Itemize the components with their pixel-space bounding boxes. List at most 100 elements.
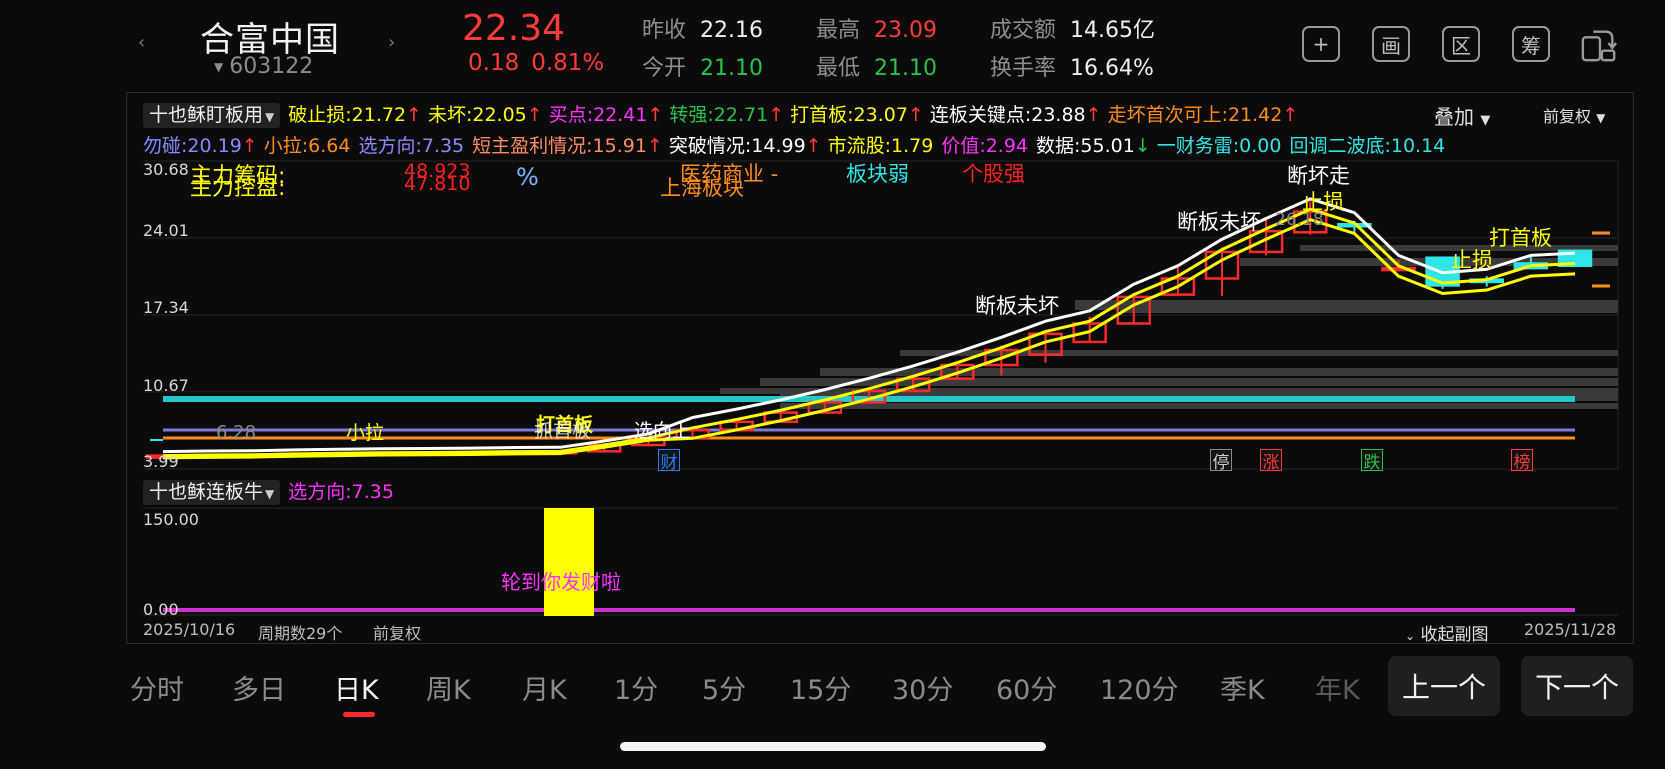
annotation-dashouban: 打首板 (1489, 226, 1552, 250)
adjust-label: 前复权 (1543, 107, 1592, 126)
tab-120min[interactable]: 120分 (1100, 668, 1179, 707)
indicator-name: 十也稣连板牛 (149, 481, 264, 503)
arrow-down-icon: ↓ (1134, 135, 1151, 157)
indicator-item: 打首板:23.07 (790, 104, 908, 126)
chip-bar (780, 403, 1618, 409)
event-tag-limit-down[interactable]: 跌 (1361, 449, 1383, 473)
indicator-item: 勿碰:20.19 (143, 135, 242, 157)
annotation-duanban-1: 断板未坏 (975, 294, 1059, 318)
tab-quarter-k[interactable]: 季K (1220, 668, 1265, 707)
chip-bar (1160, 302, 1618, 308)
collapse-label: 收起副图 (1420, 625, 1489, 645)
indicator-item: 走坏首次可上:21.42 (1107, 104, 1283, 126)
arrow-up-icon: ↑ (805, 135, 822, 157)
y-tick: 3.99 (143, 452, 179, 471)
adjust-info: 前复权 (373, 624, 422, 643)
annotation-main-control: 主力控盘: (190, 176, 286, 201)
arrow-up-icon: ↑ (1085, 104, 1102, 126)
annotation-xuanxiang: 选向上 (634, 420, 692, 442)
annotation-shouban-2: 抓首板 (534, 420, 592, 442)
indicator-item: 回调二波底:10.14 (1289, 135, 1446, 157)
event-tag-halt[interactable]: 停 (1210, 449, 1232, 473)
arrow-up-icon: ↑ (768, 104, 785, 126)
sub-bar-label: 轮到你发财啦 (501, 570, 621, 594)
annotation-stock-strong: 个股强 (962, 162, 1025, 186)
tab-year-k[interactable]: 年K (1315, 668, 1360, 707)
indicator-item: 转强:22.71 (669, 104, 769, 126)
chevron-down-icon: ⌄ (1405, 629, 1416, 643)
home-indicator[interactable] (620, 742, 1046, 751)
caret-down-icon: ▼ (1596, 111, 1606, 125)
arrow-up-icon: ↑ (646, 135, 663, 157)
indicator-item: 价值:2.94 (941, 135, 1029, 157)
annotation-percent: % (516, 163, 539, 191)
indicator-item: 未坏:22.05 (427, 104, 527, 126)
annotation-xiaola: 小拉 (346, 422, 385, 444)
tab-1min[interactable]: 1分 (614, 668, 658, 707)
tab-5min[interactable]: 5分 (702, 668, 746, 707)
arrow-up-icon: ↑ (907, 104, 924, 126)
y-tick: 17.34 (143, 298, 189, 317)
indicator-values: 破止损:21.72↑ 未坏:22.05↑ 买点:22.41↑ 转强:22.71↑ 打首板… (288, 104, 1304, 126)
sub-y-bottom: 0.00 (143, 600, 179, 619)
annotation-low: 6.28 (216, 422, 257, 443)
sub-indicator-selector[interactable]: 十也稣连板牛 ▼ (143, 480, 281, 505)
line-white (162, 197, 1576, 454)
main-indicator-row-2: 勿碰:20.19↑ 小拉:6.64 选方向:7.35 短主盈利情况:15.91↑ 突破情… (143, 131, 1453, 158)
event-tag-dragon-tiger[interactable]: 榜 (1511, 449, 1533, 473)
annotation-zhisun-1: 止损 (1302, 190, 1344, 214)
period-count: 周期数29个 (258, 624, 343, 643)
tab-timeshare[interactable]: 分时 (130, 668, 184, 707)
tab-daily-k[interactable]: 日K (334, 668, 379, 707)
indicator-item: 小拉:6.64 (263, 135, 351, 157)
next-button[interactable]: 下一个 (1521, 656, 1633, 716)
tab-multiday[interactable]: 多日 (232, 668, 286, 707)
active-tab-indicator (343, 712, 375, 717)
end-date: 2025/11/28 (1524, 620, 1617, 639)
adjust-button[interactable]: 前复权 ▼ (1543, 103, 1605, 127)
sub-indicator-value: 7.35 (351, 481, 394, 503)
arrow-up-icon: ↑ (1282, 104, 1299, 126)
event-tag-finance[interactable]: 财 (658, 449, 680, 473)
tab-weekly-k[interactable]: 周K (426, 668, 471, 707)
tab-30min[interactable]: 30分 (892, 668, 953, 707)
event-tag-limit-up[interactable]: 涨 (1260, 449, 1282, 473)
indicator-name: 十也稣盯板用 (149, 104, 264, 126)
arrow-up-icon: ↑ (406, 104, 422, 126)
indicator-item: 选方向:7.35 (358, 135, 465, 157)
indicator-values: 勿碰:20.19↑ 小拉:6.64 选方向:7.35 短主盈利情况:15.91↑ 突破情… (143, 135, 1453, 157)
caret-down-icon: ▼ (265, 487, 275, 501)
prev-button[interactable]: 上一个 (1388, 656, 1500, 716)
tab-monthly-k[interactable]: 月K (522, 668, 567, 707)
overlay-label: 叠加 (1434, 105, 1474, 129)
y-tick: 24.01 (143, 221, 189, 240)
indicator-item: 市流股:1.79 (827, 135, 934, 157)
indicator-item: 破止损:21.72 (288, 104, 407, 126)
indicator-item: 数据:55.01 (1036, 135, 1135, 157)
sub-baseline (163, 608, 1575, 612)
caret-down-icon: ▼ (265, 110, 275, 124)
arrow-up-icon: ↑ (526, 104, 543, 126)
y-tick: 10.67 (143, 376, 189, 395)
collapse-subchart-button[interactable]: ⌄ 收起副图 (1405, 620, 1488, 645)
main-indicator-row-1: 十也稣盯板用 ▼ 破止损:21.72↑ 未坏:22.05↑ 买点:22.41↑ 转强:22… (143, 100, 1304, 128)
arrow-up-icon: ↑ (241, 135, 258, 157)
annotation-sector-weak: 板块弱 (846, 162, 909, 186)
indicator-item: 一财务雷:0.00 (1156, 135, 1282, 157)
arrow-up-icon: ↑ (647, 104, 664, 126)
annotation-duanban-2: 断板未坏 (1177, 210, 1261, 234)
overlay-button[interactable]: 叠加 ▼ (1434, 101, 1490, 130)
start-date: 2025/10/16 (143, 620, 236, 639)
annotation-val-2: 47.810 (404, 173, 471, 195)
sub-signal-bar (544, 508, 594, 616)
indicator-item: 突破情况:14.99 (668, 135, 806, 157)
tab-60min[interactable]: 60分 (996, 668, 1057, 707)
main-indicator-selector[interactable]: 十也稣盯板用 ▼ (143, 103, 281, 128)
annotation-sector-2: 上海板块 (660, 176, 744, 200)
indicator-item: 连板关键点:23.88 (929, 104, 1086, 126)
sub-y-top: 150.00 (143, 510, 199, 529)
annotation-zhisun-2: 止损 (1451, 248, 1493, 272)
sub-indicator-label: 选方向: (288, 481, 352, 503)
caret-down-icon: ▼ (1480, 113, 1491, 128)
tab-15min[interactable]: 15分 (790, 668, 851, 707)
